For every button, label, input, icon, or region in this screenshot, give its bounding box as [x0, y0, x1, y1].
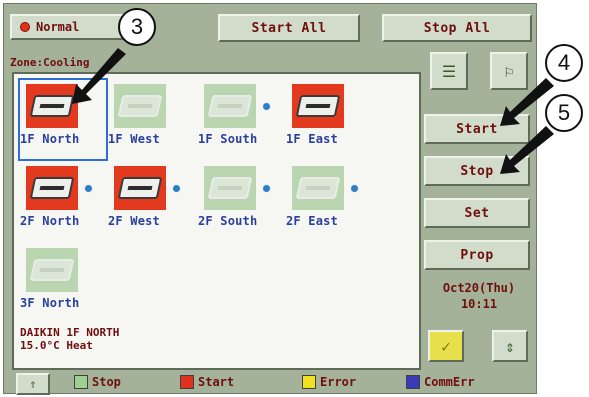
callout-5: 5	[545, 94, 583, 132]
callout-4: 4	[545, 44, 583, 82]
callout-arrows	[72, 48, 554, 174]
callout-3: 3	[118, 8, 156, 46]
arrow-5-icon	[500, 126, 554, 174]
arrow-3-icon	[72, 48, 126, 104]
